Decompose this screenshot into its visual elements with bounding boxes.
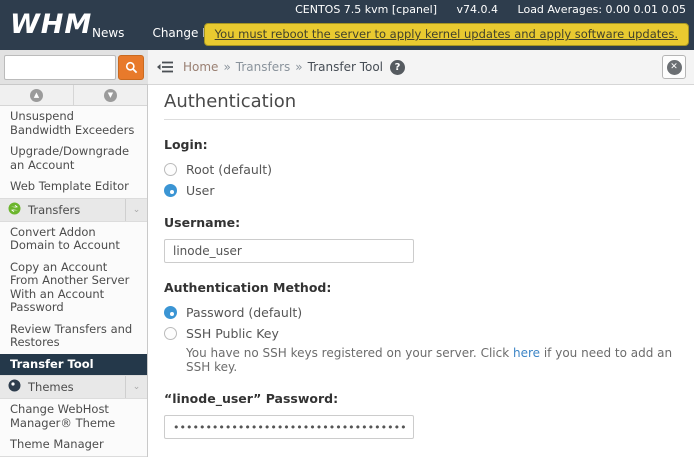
- password-input[interactable]: [164, 415, 414, 439]
- sidebar-item-change-webhost-manager-theme[interactable]: Change WebHost Manager® Theme: [0, 399, 147, 434]
- scroll-down-icon: ▼: [104, 89, 117, 102]
- ssh-key-note: You have no SSH keys registered on your …: [186, 346, 680, 374]
- sidebar-item-web-template-editor[interactable]: Web Template Editor: [0, 176, 147, 198]
- server-version: v74.0.4: [457, 3, 499, 16]
- radio-label: Root (default): [186, 162, 272, 177]
- login-option-root-default-[interactable]: Root (default): [164, 162, 680, 177]
- sidebar: ▲ ▼ Unsuspend Bandwidth ExceedersUpgrade…: [0, 85, 148, 457]
- sidebar-section-transfers[interactable]: Transfers ⌄: [0, 198, 147, 222]
- server-load: Load Averages: 0.00 0.01 0.05: [518, 3, 686, 16]
- help-icon[interactable]: ?: [390, 60, 405, 75]
- close-icon: ✕: [667, 60, 682, 75]
- login-label: Login:: [164, 137, 680, 152]
- scroll-down-button[interactable]: ▼: [74, 85, 147, 105]
- transfers-icon: [8, 202, 21, 218]
- sidebar-section-themes[interactable]: Themes ⌄: [0, 375, 147, 399]
- username-label: Username:: [164, 215, 680, 230]
- scroll-up-icon: ▲: [30, 89, 43, 102]
- server-system: CENTOS 7.5 kvm [cpanel]: [295, 3, 437, 16]
- radio-label: User: [186, 183, 215, 198]
- sidebar-items: Unsuspend Bandwidth ExceedersUpgrade/Dow…: [0, 106, 147, 457]
- server-info: CENTOS 7.5 kvm [cpanel] v74.0.4 Load Ave…: [279, 3, 686, 16]
- sidebar-item-convert-addon-domain-to-account[interactable]: Convert Addon Domain to Account: [0, 222, 147, 257]
- breadcrumb-separator: »: [223, 60, 230, 74]
- radio-selected-icon[interactable]: [164, 306, 177, 319]
- auth-method-label: Authentication Method:: [164, 280, 680, 295]
- ssh-note-text: You have no SSH keys registered on your …: [186, 346, 513, 360]
- sidebar-item-copy-an-account-from-another-server-with-an-account-password[interactable]: Copy an Account From Another Server With…: [0, 257, 147, 319]
- close-button[interactable]: ✕: [662, 55, 686, 79]
- breadcrumb-bar: Home » Transfers » Transfer Tool ? ✕: [148, 50, 694, 85]
- login-radio-group: Root (default) User: [164, 162, 680, 198]
- themes-icon: [8, 379, 21, 395]
- breadcrumb-transfer-tool: Transfer Tool: [308, 60, 383, 74]
- radio-unselected-icon[interactable]: [164, 327, 177, 340]
- sidebar-item-review-transfers-and-restores[interactable]: Review Transfers and Restores: [0, 319, 147, 354]
- username-input[interactable]: [164, 239, 414, 263]
- search-input[interactable]: [4, 55, 116, 80]
- login-option-user[interactable]: User: [164, 183, 680, 198]
- whm-logo: WHM: [10, 9, 92, 40]
- breadcrumb-separator: »: [295, 60, 302, 74]
- radio-label: SSH Public Key: [186, 326, 279, 341]
- search-icon: [125, 61, 138, 74]
- auth-method-option-ssh-public-key[interactable]: SSH Public Key: [164, 326, 680, 341]
- top-nav-news[interactable]: News: [92, 26, 124, 40]
- breadcrumb-home[interactable]: Home: [183, 60, 218, 74]
- breadcrumb-transfers[interactable]: Transfers: [236, 60, 291, 74]
- top-bar: CENTOS 7.5 kvm [cpanel] v74.0.4 Load Ave…: [0, 0, 694, 50]
- search-button[interactable]: [118, 55, 144, 80]
- authentication-heading: Authentication: [164, 91, 680, 120]
- radio-selected-icon[interactable]: [164, 184, 177, 197]
- sidebar-section-label: Themes: [28, 380, 74, 394]
- scroll-up-button[interactable]: ▲: [0, 85, 74, 105]
- sidebar-section-label: Transfers: [28, 203, 80, 217]
- auth-method-radio-group: Password (default) SSH Public Key: [164, 305, 680, 341]
- search-zone: [0, 50, 148, 85]
- chevron-down-icon[interactable]: ⌄: [125, 199, 147, 221]
- main-content: Authentication Login: Root (default) User…: [148, 85, 694, 457]
- auth-method-option-password-default-[interactable]: Password (default): [164, 305, 680, 320]
- sidebar-item-upgrade-downgrade-an-account[interactable]: Upgrade/Downgrade an Account: [0, 141, 147, 176]
- radio-label: Password (default): [186, 305, 302, 320]
- radio-unselected-icon[interactable]: [164, 163, 177, 176]
- chevron-down-icon[interactable]: ⌄: [125, 376, 147, 398]
- sidebar-scroll-controls: ▲ ▼: [0, 85, 147, 106]
- collapse-sidebar-icon[interactable]: [156, 60, 173, 74]
- sidebar-item-transfer-tool[interactable]: Transfer Tool: [0, 354, 147, 376]
- reboot-alert-link[interactable]: You must reboot the server to apply kern…: [204, 23, 689, 46]
- breadcrumb: Home » Transfers » Transfer Tool: [183, 60, 383, 74]
- sidebar-item-theme-manager[interactable]: Theme Manager: [0, 434, 147, 456]
- toolbar: Home » Transfers » Transfer Tool ? ✕: [0, 50, 694, 85]
- ssh-key-here-link[interactable]: here: [513, 346, 540, 360]
- sidebar-item-unsuspend-bandwidth-exceeders[interactable]: Unsuspend Bandwidth Exceeders: [0, 106, 147, 141]
- password-label: “linode_user” Password:: [164, 391, 680, 406]
